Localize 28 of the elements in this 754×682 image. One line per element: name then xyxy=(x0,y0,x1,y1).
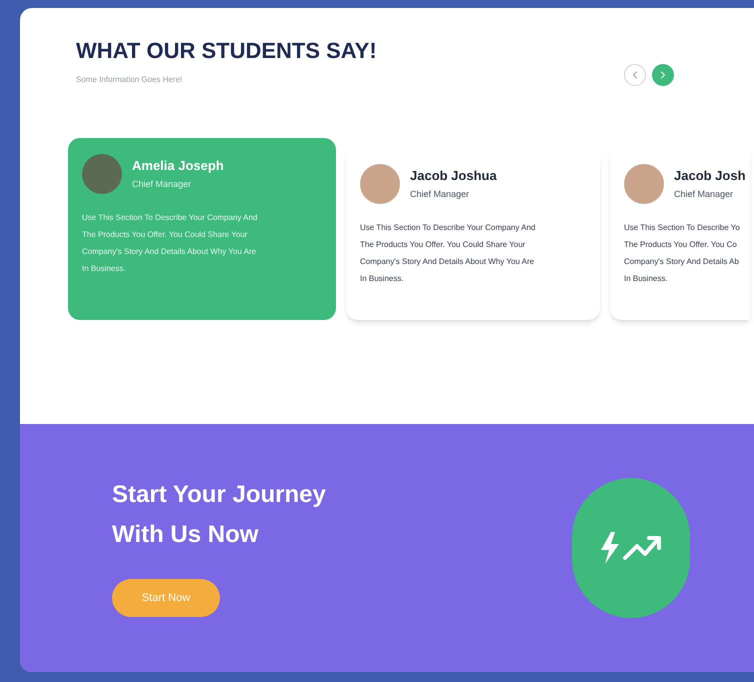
avatar-photo-placeholder xyxy=(82,154,122,194)
person-role: Chief Manager xyxy=(410,190,470,199)
testimonial-text-line: The Products You Offer. You Could Share Your xyxy=(360,239,526,251)
person-name: Jacob Josh xyxy=(674,169,746,182)
previous-button[interactable] xyxy=(624,64,646,86)
testimonial-text-line: The Products You Offer. You Could Share Your xyxy=(82,229,248,241)
person-role: Chief Manager xyxy=(674,190,734,199)
start-now-button[interactable]: Start Now xyxy=(112,579,220,617)
testimonial-text-line: In Business. xyxy=(360,273,405,285)
section-title: WHAT OUR STUDENTS SAY! xyxy=(76,40,377,62)
avatar-photo-placeholder xyxy=(624,164,664,204)
testimonial-text-line: Use This Section To Describe Your Company And xyxy=(360,222,536,234)
testimonial-text-line: In Business. xyxy=(82,263,127,275)
testimonial-text-line: Use This Section To Describe Yo xyxy=(624,222,741,234)
cta-title-line: With Us Now xyxy=(112,520,260,550)
testimonial-text-line: Company's Story And Details About Why You Are xyxy=(360,256,536,268)
person-role: Chief Manager xyxy=(132,180,192,189)
person-name: Amelia Joseph xyxy=(132,159,224,172)
section-subtitle: Some Information Goes Here! xyxy=(76,76,184,84)
avatar-photo-placeholder xyxy=(360,164,400,204)
testimonial-text-line: Use This Section To Describe Your Company And xyxy=(82,212,258,224)
testimonial-text-line: Company's Story And Details Ab xyxy=(624,256,740,268)
testimonial-text-line: In Business. xyxy=(624,273,669,285)
next-button[interactable] xyxy=(652,64,674,86)
testimonial-text-line: Company's Story And Details About Why You Are xyxy=(82,246,258,258)
person-name: Jacob Joshua xyxy=(410,169,497,182)
cta-title-line: Start Your Journey xyxy=(112,480,326,510)
testimonial-text-line: The Products You Offer. You Co xyxy=(624,239,738,251)
